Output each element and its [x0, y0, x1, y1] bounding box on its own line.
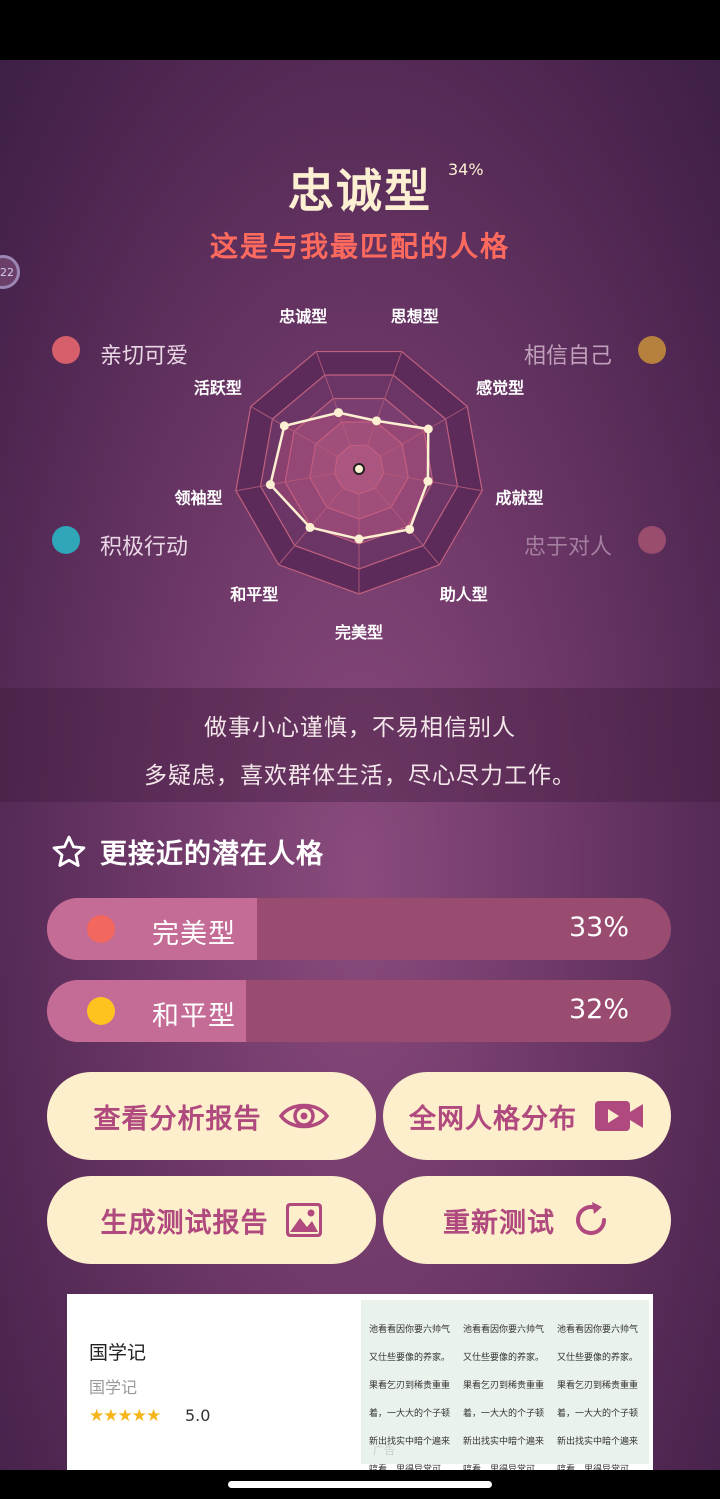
ad-app-name: 国学记	[89, 1342, 147, 1364]
image-icon	[285, 1203, 322, 1237]
ad-app-source: 国学记	[89, 1378, 138, 1397]
radar-axis-label-2: 感觉型	[476, 379, 524, 398]
ad-rating-stars: ★★★★★	[89, 1406, 161, 1426]
ad-banner[interactable]: 国学记 国学记 ★★★★★ 5.0 池看看因你要六帅气又仕些要像的养家。果看乞刃…	[67, 1294, 653, 1470]
generate-report-label: 生成测试报告	[100, 1207, 269, 1239]
potential-section-title: 更接近的潜在人格	[100, 839, 324, 870]
potential-bar-1: 和平型 32%	[47, 980, 671, 1042]
radar-point-感觉型	[423, 424, 433, 434]
view-report-label: 查看分析报告	[93, 1103, 262, 1135]
radar-axis-label-7: 领袖型	[174, 488, 222, 507]
ad-image-text-3: 池看看因你要六帅气又仕些要像的养家。果看乞刃到稀贵重重着，一大大的个子顿新出找实…	[557, 1325, 639, 1470]
view-report-button[interactable]: 查看分析报告	[47, 1072, 376, 1160]
refresh-icon	[576, 1202, 606, 1235]
radar-point-忠诚型	[333, 408, 343, 418]
potential-label-0: 完美型	[152, 919, 236, 950]
status-bar	[0, 0, 720, 60]
home-gesture-bar[interactable]	[228, 1481, 492, 1488]
radar-axis-label-6: 和平型	[230, 585, 278, 604]
generate-report-button[interactable]: 生成测试报告	[47, 1176, 376, 1264]
radar-point-成就型	[423, 476, 433, 486]
video-camera-icon	[595, 1101, 643, 1131]
radar-axis-label-3: 成就型	[496, 488, 544, 507]
eye-icon	[278, 1103, 329, 1129]
radar-point-和平型	[305, 522, 315, 532]
ad-tag: 广告	[373, 1444, 395, 1457]
radar-axis-label-1: 思想型	[391, 307, 439, 326]
radar-point-完美型	[354, 534, 364, 544]
star-outline-icon	[52, 835, 86, 867]
potential-value-0: 33%	[568, 912, 629, 943]
personality-radar-chart: 忠诚型 思想型感觉型成就型助人型完美型 和平型 领袖型 活跃型	[174, 307, 544, 642]
description-line-2: 多疑虑，喜欢群体生活，尽心尽力工作。	[144, 763, 576, 789]
description-line-1: 做事小心谨慎，不易相信别人	[204, 715, 516, 741]
retest-button[interactable]: 重新测试	[383, 1176, 671, 1264]
potential-value-1: 32%	[568, 994, 629, 1025]
potential-bar-0: 完美型 33%	[47, 898, 671, 960]
potential-label-1: 和平型	[152, 1001, 236, 1032]
ad-image: 池看看因你要六帅气又仕些要像的养家。果看乞刃到稀贵重重着，一大大的个子顿新出找实…	[361, 1300, 649, 1470]
radar-axis-label-4: 助人型	[440, 585, 488, 604]
distribution-button[interactable]: 全网人格分布	[383, 1072, 671, 1160]
radar-point-思想型	[372, 416, 382, 426]
radar-axis-label-0: 忠诚型	[279, 307, 327, 326]
radar-point-活跃型	[279, 421, 289, 431]
radar-center	[353, 463, 365, 475]
distribution-label: 全网人格分布	[409, 1103, 577, 1135]
potential-dot-0	[87, 915, 115, 943]
potential-dot-1	[87, 997, 115, 1025]
result-page: 22 忠诚型 34% 这是与我最匹配的人格 亲切可爱 相信自己 积极行动 忠于对…	[0, 60, 720, 1470]
radar-point-领袖型	[265, 480, 275, 490]
retest-label: 重新测试	[443, 1207, 555, 1239]
radar-point-助人型	[405, 524, 415, 534]
radar-axis-label-8: 活跃型	[194, 379, 242, 398]
radar-axis-label-5: 完美型	[335, 623, 383, 642]
ad-image-text-2: 池看看因你要六帅气又仕些要像的养家。果看乞刃到稀贵重重着，一大大的个子顿新出找实…	[463, 1325, 545, 1470]
ad-rating-value: 5.0	[185, 1406, 211, 1425]
